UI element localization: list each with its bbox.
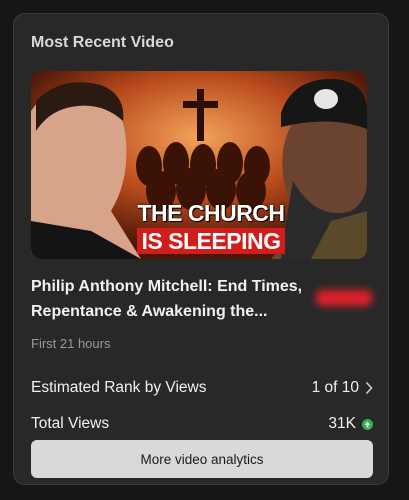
- chevron-right-icon[interactable]: [365, 381, 373, 395]
- rank-value-group: 1 of 10: [312, 379, 373, 397]
- views-value: 31K: [328, 415, 356, 432]
- card-title: Most Recent Video: [31, 34, 174, 51]
- trend-up-icon: [362, 418, 373, 430]
- recent-video-card: Most Recent Video THE CHURCH IS SLEEPING…: [13, 13, 389, 485]
- rank-value: 1 of 10: [311, 379, 359, 396]
- rank-by-views-row[interactable]: Estimated Rank by Views 1 of 10: [31, 377, 373, 399]
- headline-line-1: THE CHURCH: [137, 200, 285, 226]
- video-title[interactable]: Philip Anthony Mitchell: End Times, Repe…: [31, 274, 316, 324]
- views-label: Total Views: [31, 415, 110, 432]
- thumbnail-headline: THE CHURCH IS SLEEPING: [123, 201, 299, 254]
- total-views-row: Total Views 31K: [31, 413, 373, 435]
- time-window-label: First 21 hours: [31, 336, 111, 351]
- headline-line-2: IS SLEEPING: [136, 228, 286, 254]
- rank-label: Estimated Rank by Views: [31, 379, 207, 396]
- views-value-group: 31K: [328, 415, 373, 433]
- more-video-analytics-button[interactable]: More video analytics: [31, 440, 373, 478]
- redacted-badge: [316, 290, 372, 306]
- video-thumbnail[interactable]: THE CHURCH IS SLEEPING: [31, 71, 367, 259]
